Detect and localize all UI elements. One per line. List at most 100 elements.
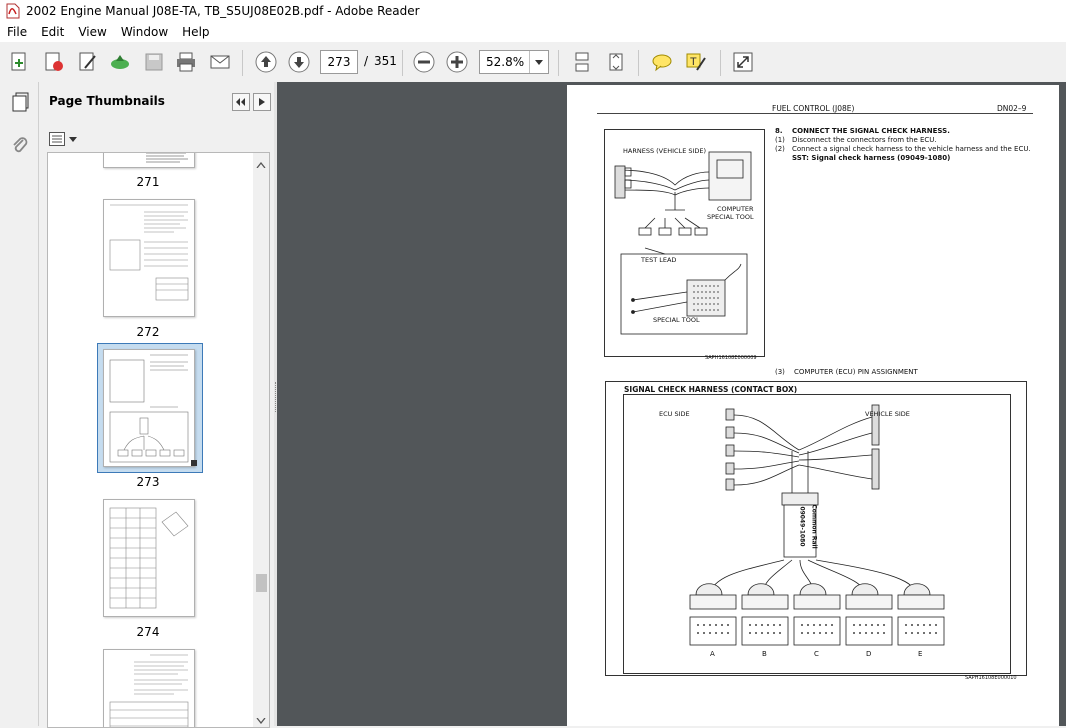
upload-button[interactable]	[108, 50, 132, 74]
scrolling-mode-button[interactable]	[570, 50, 594, 74]
expand-icon	[733, 52, 753, 72]
fit-page-icon	[609, 53, 623, 71]
zoom-out-button[interactable]	[412, 50, 436, 74]
page-thumbnail-271[interactable]	[103, 153, 195, 168]
thumbnail-options-button[interactable]	[49, 130, 77, 148]
connector-label-a: A	[710, 650, 715, 658]
thumbnail-label: 274	[136, 625, 160, 639]
menu-file[interactable]: File	[0, 25, 34, 39]
plus-circle-icon	[446, 51, 468, 73]
zoom-value: 52.8%	[486, 55, 525, 69]
page-thumbnail-274[interactable]	[103, 499, 195, 617]
pdf-page: FUEL CONTROL (J08E) DN02–9 8. CONNECT TH…	[567, 85, 1059, 726]
figure-label: COMPUTER	[717, 205, 754, 213]
printer-icon	[177, 52, 195, 72]
scroll-down-arrow-icon[interactable]	[256, 713, 266, 727]
page-thumbnail-272[interactable]	[103, 199, 195, 317]
save-button[interactable]	[142, 50, 166, 74]
next-page-button[interactable]	[287, 50, 311, 74]
figure-harness-connection: HARNESS (VEHICLE SIDE) COMPUTER SPECIAL …	[604, 129, 765, 357]
edit-pdf-button[interactable]	[76, 50, 100, 74]
page-thumbnail-273[interactable]	[103, 349, 195, 467]
toolbar: 273 / 351 52.8% T	[0, 42, 1066, 83]
pages-icon	[12, 92, 29, 112]
substep-text: Disconnect the connectors from the ECU.	[792, 136, 937, 144]
connector-label-c: C	[814, 650, 819, 658]
substep-text: COMPUTER (ECU) PIN ASSIGNMENT	[794, 368, 918, 376]
zoom-in-button[interactable]	[445, 50, 469, 74]
page-total: 351	[374, 54, 397, 68]
print-button[interactable]	[174, 50, 198, 74]
scroll-pages-icon	[575, 52, 589, 72]
document-viewer[interactable]: FUEL CONTROL (J08E) DN02–9 8. CONNECT TH…	[277, 82, 1066, 726]
header-rule	[597, 113, 1033, 114]
thumbnail-scrollbar[interactable]	[253, 153, 269, 727]
substep-number: (2)	[775, 145, 785, 153]
figure-label: TEST LEAD	[641, 256, 677, 264]
figure-inner-frame: ECU SIDE VEHICLE SIDE 09049-1080 Common …	[623, 394, 1011, 674]
envelope-icon	[210, 55, 230, 69]
panel-options-bar	[39, 126, 274, 150]
thumbnail-label: 271	[136, 175, 160, 189]
connector-label-b: B	[762, 650, 767, 658]
create-pdf-button[interactable]	[42, 50, 66, 74]
edit-icon	[79, 52, 96, 71]
figure-label: VEHICLE SIDE	[865, 410, 910, 418]
menu-edit[interactable]: Edit	[34, 25, 71, 39]
open-button[interactable]	[8, 50, 32, 74]
menu-bar: File Edit View Window Help	[0, 22, 1066, 42]
scroll-thumb[interactable]	[256, 574, 267, 592]
menu-help[interactable]: Help	[175, 25, 216, 39]
navigation-strip	[0, 82, 39, 726]
highlight-button[interactable]: T	[684, 50, 708, 74]
speech-bubble-icon	[652, 54, 672, 72]
arrow-down-icon	[288, 51, 310, 73]
thumbnails-panel: Page Thumbnails 271 272 273 274	[39, 82, 274, 728]
full-screen-button[interactable]	[731, 50, 755, 74]
collapse-panel-button[interactable]	[232, 93, 250, 111]
figure-label: ECU SIDE	[659, 410, 690, 418]
chevron-down-icon[interactable]	[529, 51, 548, 73]
substep-number: (1)	[775, 136, 785, 144]
minus-circle-icon	[413, 51, 435, 73]
page-number-input[interactable]: 273	[320, 50, 358, 74]
options-list-icon	[49, 132, 65, 146]
box-label: Common Rail	[810, 504, 818, 549]
page-header-section: FUEL CONTROL (J08E)	[772, 104, 855, 113]
fit-page-button[interactable]	[604, 50, 628, 74]
paperclip-icon	[13, 137, 28, 153]
substep-text: Connect a signal check harness to the ve…	[792, 145, 1031, 153]
title-bar: 2002 Engine Manual J08E-TA, TB_S5UJ08E02…	[0, 0, 1066, 22]
box-label: 09049-1080	[798, 506, 806, 547]
save-disk-icon	[145, 53, 163, 71]
figure-title: SIGNAL CHECK HARNESS (CONTACT BOX)	[624, 385, 798, 394]
comment-button[interactable]	[650, 50, 674, 74]
highlight-text-icon: T	[686, 53, 706, 71]
attachments-nav-button[interactable]	[9, 134, 31, 156]
page-thumbnails-nav-button[interactable]	[9, 91, 31, 113]
open-file-icon	[11, 52, 26, 71]
menu-window[interactable]: Window	[114, 25, 175, 39]
menu-view[interactable]: View	[71, 25, 113, 39]
thumbnail-label: 273	[136, 475, 160, 489]
email-button[interactable]	[208, 50, 232, 74]
previous-page-button[interactable]	[254, 50, 278, 74]
scroll-up-arrow-icon[interactable]	[256, 157, 266, 171]
zoom-level-select[interactable]: 52.8%	[479, 50, 549, 74]
figure-label: SPECIAL TOOL	[707, 213, 754, 221]
double-chevron-left-icon	[236, 98, 245, 106]
connector-label-d: D	[866, 650, 872, 658]
panel-menu-button[interactable]	[253, 93, 271, 111]
page-thumbnail-275[interactable]	[103, 649, 195, 727]
create-pdf-icon	[45, 52, 63, 71]
page-separator: /	[364, 54, 369, 68]
substep-number: (3)	[775, 368, 785, 376]
figure-label: SPECIAL TOOL	[653, 316, 700, 324]
thumbnail-list: 271 272 273 274	[47, 152, 270, 728]
step-number: 8.	[775, 127, 783, 135]
figure-label: HARNESS (VEHICLE SIDE)	[623, 147, 707, 155]
connector-label-e: E	[918, 650, 923, 658]
chevron-right-icon	[259, 98, 265, 106]
chevron-down-icon	[69, 136, 77, 142]
window-title: 2002 Engine Manual J08E-TA, TB_S5UJ08E02…	[26, 4, 420, 18]
